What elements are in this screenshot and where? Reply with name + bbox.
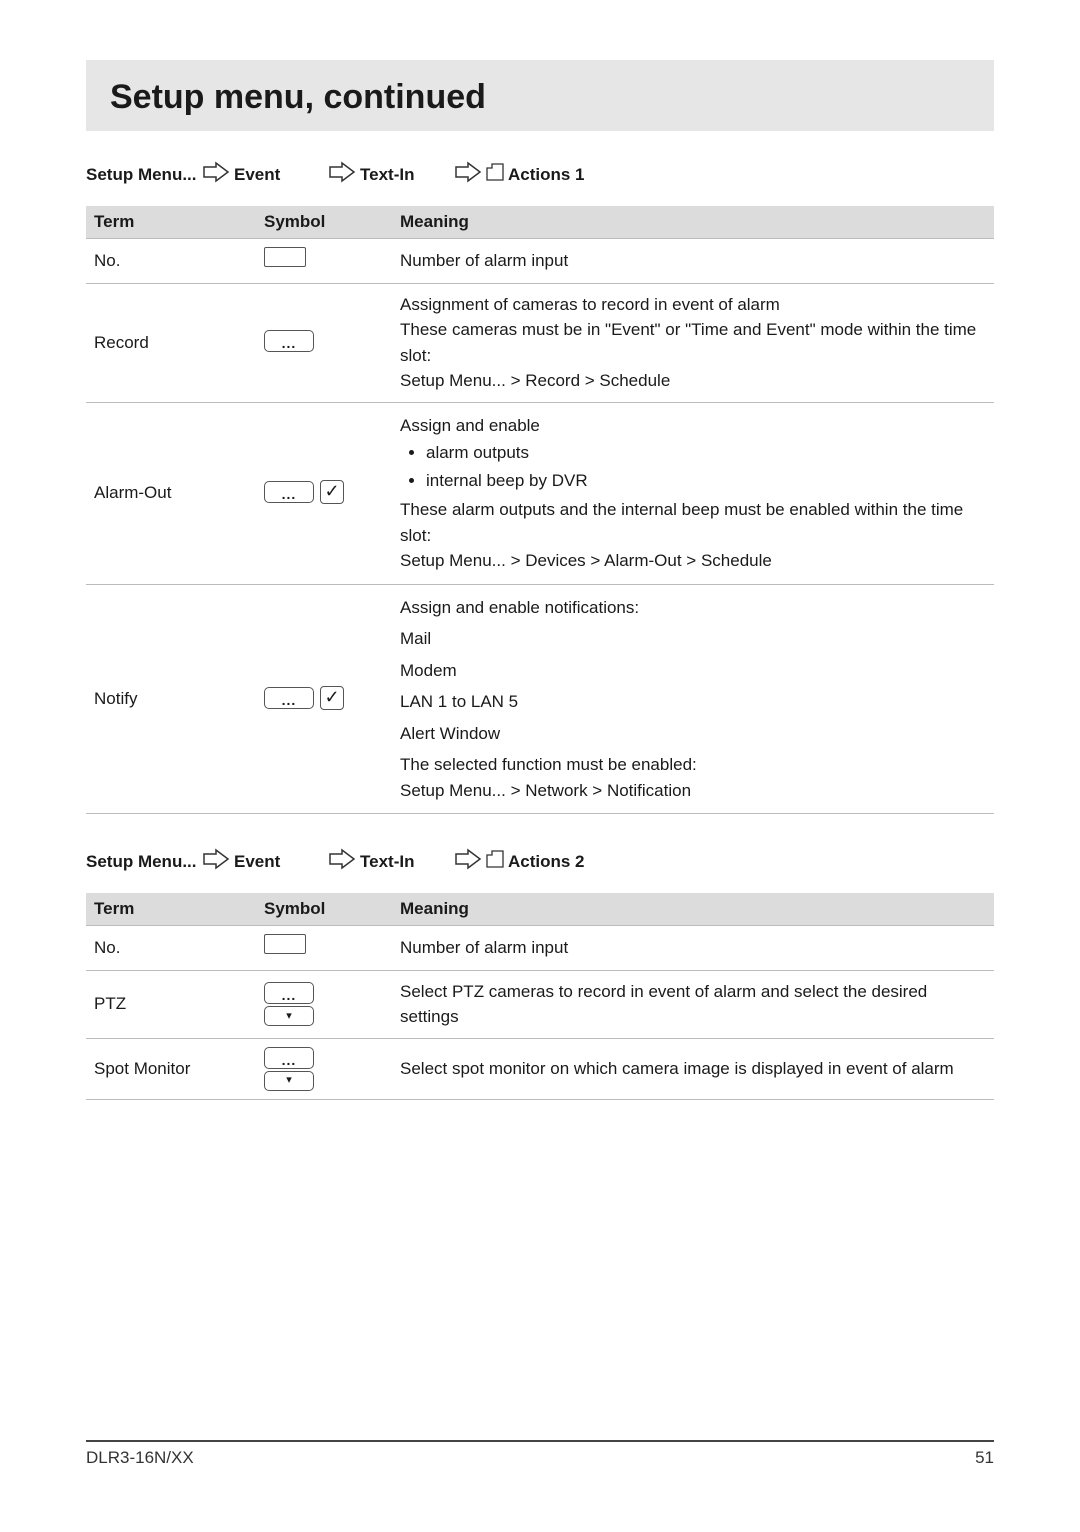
table-header-meaning: Meaning xyxy=(392,893,994,926)
arrow-right-icon xyxy=(454,161,482,188)
meaning-cell: Assignment of cameras to record in event… xyxy=(392,283,994,402)
table-row: Alarm-Out ... ✓ Assign and enable alarm … xyxy=(86,402,994,584)
breadcrumb-tab-1: Actions 1 xyxy=(508,165,598,185)
term-cell: Record xyxy=(86,283,256,402)
symbol-cell: ... ▾ xyxy=(256,970,392,1038)
table-row: Record ... Assignment of cameras to reco… xyxy=(86,283,994,402)
term-cell: Spot Monitor xyxy=(86,1038,256,1099)
page-footer: DLR3-16N/XX 51 xyxy=(86,1440,994,1468)
symbol-cell: ... xyxy=(256,283,392,402)
symbol-cell: ... ▾ xyxy=(256,1038,392,1099)
definitions-table-2: Term Symbol Meaning No. Number of alarm … xyxy=(86,893,994,1100)
checkbox-icon: ✓ xyxy=(320,480,344,504)
table-header-symbol: Symbol xyxy=(256,206,392,239)
table-header-term: Term xyxy=(86,206,256,239)
table-row: No. Number of alarm input xyxy=(86,926,994,971)
arrow-right-icon xyxy=(328,161,356,188)
tab-icon xyxy=(486,163,504,186)
term-cell: No. xyxy=(86,926,256,971)
table-row: No. Number of alarm input xyxy=(86,239,994,284)
arrow-right-icon xyxy=(328,848,356,875)
ellipsis-button-icon: ... xyxy=(264,687,314,709)
table-header-symbol: Symbol xyxy=(256,893,392,926)
symbol-cell: ... ✓ xyxy=(256,584,392,814)
ellipsis-button-icon: ... xyxy=(264,1047,314,1069)
arrow-right-icon xyxy=(202,848,230,875)
tab-icon xyxy=(486,850,504,873)
definitions-table-1: Term Symbol Meaning No. Number of alarm … xyxy=(86,206,994,814)
term-cell: PTZ xyxy=(86,970,256,1038)
term-cell: Notify xyxy=(86,584,256,814)
breadcrumb-tab-2: Actions 2 xyxy=(508,852,598,872)
symbol-cell: ... ✓ xyxy=(256,402,392,584)
table-row: PTZ ... ▾ Select PTZ cameras to record i… xyxy=(86,970,994,1038)
ellipsis-button-icon: ... xyxy=(264,330,314,352)
breadcrumb-level2: Text-In xyxy=(360,165,450,185)
breadcrumb-actions-1: Setup Menu... Event Text-In Actions 1 xyxy=(86,161,994,188)
breadcrumb-level1: Event xyxy=(234,852,324,872)
ellipsis-button-icon: ... xyxy=(264,481,314,503)
term-cell: Alarm-Out xyxy=(86,402,256,584)
meaning-cell: Assign and enable notifications: Mail Mo… xyxy=(392,584,994,814)
breadcrumb-root: Setup Menu... xyxy=(86,852,198,872)
symbol-cell xyxy=(256,926,392,971)
page-title: Setup menu, continued xyxy=(110,78,970,117)
table-row: Spot Monitor ... ▾ Select spot monitor o… xyxy=(86,1038,994,1099)
arrow-right-icon xyxy=(454,848,482,875)
meaning-cell: Select spot monitor on which camera imag… xyxy=(392,1038,994,1099)
term-cell: No. xyxy=(86,239,256,284)
breadcrumb-actions-2: Setup Menu... Event Text-In Actions 2 xyxy=(86,848,994,875)
meaning-cell: Number of alarm input xyxy=(392,926,994,971)
arrow-right-icon xyxy=(202,161,230,188)
table-row: Notify ... ✓ Assign and enable notificat… xyxy=(86,584,994,814)
rect-icon xyxy=(264,247,306,267)
page-title-bar: Setup menu, continued xyxy=(86,60,994,131)
table-header-term: Term xyxy=(86,893,256,926)
dropdown-icon: ▾ xyxy=(264,1006,314,1026)
rect-icon xyxy=(264,934,306,954)
table-header-meaning: Meaning xyxy=(392,206,994,239)
meaning-cell: Number of alarm input xyxy=(392,239,994,284)
ellipsis-button-icon: ... xyxy=(264,982,314,1004)
symbol-cell xyxy=(256,239,392,284)
footer-model: DLR3-16N/XX xyxy=(86,1448,194,1468)
dropdown-icon: ▾ xyxy=(264,1071,314,1091)
checkbox-icon: ✓ xyxy=(320,686,344,710)
meaning-cell: Assign and enable alarm outputs internal… xyxy=(392,402,994,584)
footer-page-number: 51 xyxy=(975,1448,994,1468)
meaning-cell: Select PTZ cameras to record in event of… xyxy=(392,970,994,1038)
breadcrumb-root: Setup Menu... xyxy=(86,165,198,185)
breadcrumb-level1: Event xyxy=(234,165,324,185)
breadcrumb-level2: Text-In xyxy=(360,852,450,872)
